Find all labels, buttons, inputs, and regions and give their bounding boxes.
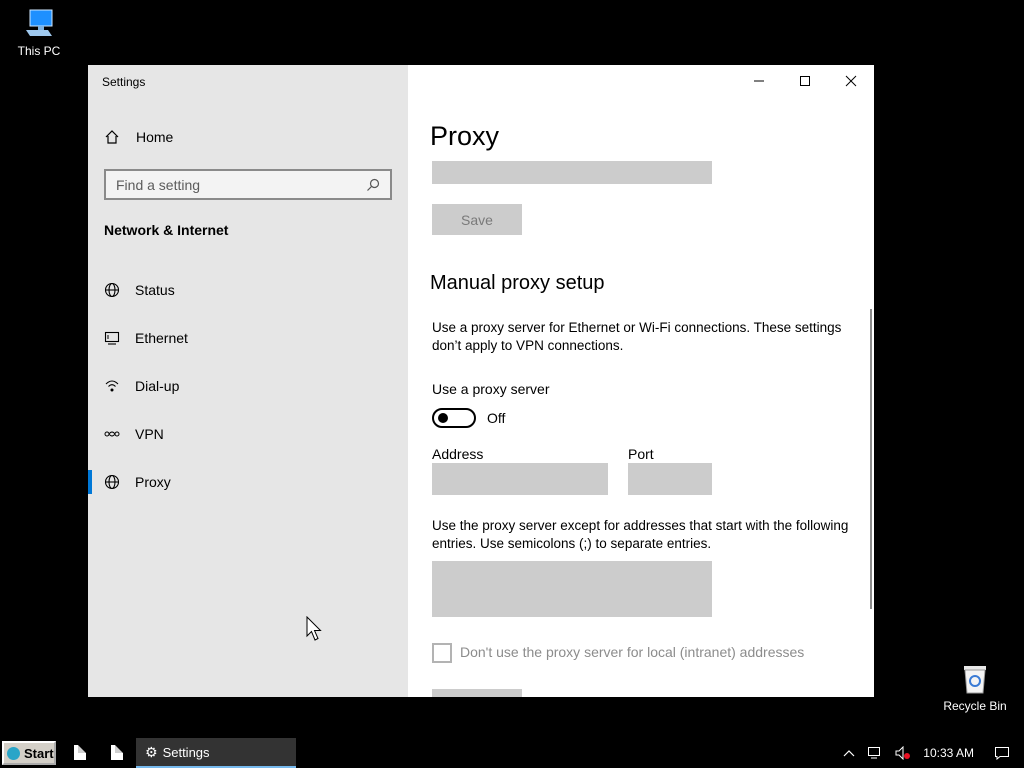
- file-icon[interactable]: [74, 745, 86, 760]
- second-save-button[interactable]: [432, 689, 522, 697]
- this-pc-label: This PC: [17, 44, 61, 58]
- clock[interactable]: 10:33 AM: [923, 746, 974, 760]
- network-icon[interactable]: [867, 746, 883, 760]
- use-proxy-label: Use a proxy server: [432, 381, 550, 397]
- scrollbar[interactable]: [870, 309, 872, 609]
- sidebar-item-ethernet[interactable]: Ethernet: [88, 314, 408, 362]
- volume-muted-icon[interactable]: [895, 746, 911, 760]
- sidebar-nav: Status Ethernet Dial-up VPN Proxy: [88, 266, 408, 506]
- system-tray: 10:33 AM: [837, 738, 1024, 768]
- recycle-bin-desktop-icon[interactable]: Recycle Bin: [940, 663, 1010, 713]
- this-pc-desktop-icon[interactable]: This PC: [4, 8, 74, 58]
- port-label: Port: [628, 446, 654, 462]
- exceptions-field[interactable]: [432, 561, 712, 617]
- manual-proxy-description: Use a proxy server for Ethernet or Wi-Fi…: [432, 320, 842, 353]
- recycle-bin-label: Recycle Bin: [943, 699, 1007, 713]
- notifications-icon[interactable]: [994, 746, 1010, 760]
- home-label: Home: [136, 129, 174, 145]
- globe-icon: [104, 474, 120, 490]
- chevron-up-icon[interactable]: [843, 749, 855, 757]
- taskbar-settings-label: Settings: [162, 744, 210, 760]
- computer-icon: [22, 8, 56, 40]
- sidebar-item-label: Dial-up: [135, 378, 180, 394]
- port-field[interactable]: [628, 463, 712, 495]
- taskbar-settings-button[interactable]: ⚙ Settings: [136, 738, 296, 768]
- section-heading: Network & Internet: [104, 222, 229, 238]
- toggle-knob: [438, 413, 448, 423]
- window-title: Settings: [102, 75, 146, 89]
- search-input[interactable]: [116, 176, 366, 193]
- vpn-icon: [104, 426, 120, 442]
- script-address-field[interactable]: [432, 161, 712, 184]
- start-button[interactable]: Start: [2, 741, 56, 765]
- sidebar-item-label: VPN: [135, 426, 164, 442]
- sidebar-item-label: Status: [135, 282, 175, 298]
- globe-icon: [104, 282, 120, 298]
- local-addresses-label: Don't use the proxy server for local (in…: [460, 644, 805, 660]
- start-orb-icon: [7, 746, 20, 760]
- proxy-content: Proxy Save Manual proxy setup Use a prox…: [408, 65, 874, 697]
- ethernet-icon: [104, 330, 120, 346]
- address-label: Address: [432, 446, 484, 462]
- recycle-bin-icon: [958, 663, 992, 695]
- exceptions-description: Use the proxy server except for addresse…: [432, 518, 849, 551]
- use-proxy-toggle[interactable]: [432, 408, 476, 428]
- search-icon[interactable]: [366, 178, 380, 192]
- search-box[interactable]: [104, 169, 392, 200]
- page-title: Proxy: [430, 121, 500, 151]
- sidebar-item-label: Ethernet: [135, 330, 188, 346]
- taskbar: Start ⚙ Settings 10:33 AM: [0, 738, 1024, 768]
- home-icon: [104, 129, 120, 145]
- dialup-icon: [104, 378, 120, 394]
- address-field[interactable]: [432, 463, 608, 495]
- sidebar: Settings Home Network & Internet Status: [88, 65, 408, 697]
- sidebar-item-label: Proxy: [135, 474, 171, 490]
- local-addresses-checkbox[interactable]: [432, 643, 452, 663]
- sidebar-item-vpn[interactable]: VPN: [88, 410, 408, 458]
- toggle-state-text: Off: [487, 410, 506, 426]
- settings-window: Settings Home Network & Internet Status: [88, 65, 874, 697]
- mouse-cursor-icon: [306, 615, 322, 647]
- save-button[interactable]: Save: [432, 204, 522, 235]
- start-label: Start: [24, 745, 54, 761]
- sidebar-item-proxy[interactable]: Proxy: [88, 458, 408, 506]
- manual-proxy-heading: Manual proxy setup: [430, 272, 605, 294]
- file-icon[interactable]: [111, 745, 123, 760]
- home-nav-item[interactable]: Home: [104, 129, 173, 145]
- gear-icon: ⚙: [145, 743, 158, 760]
- sidebar-item-dial-up[interactable]: Dial-up: [88, 362, 408, 410]
- sidebar-item-status[interactable]: Status: [88, 266, 408, 314]
